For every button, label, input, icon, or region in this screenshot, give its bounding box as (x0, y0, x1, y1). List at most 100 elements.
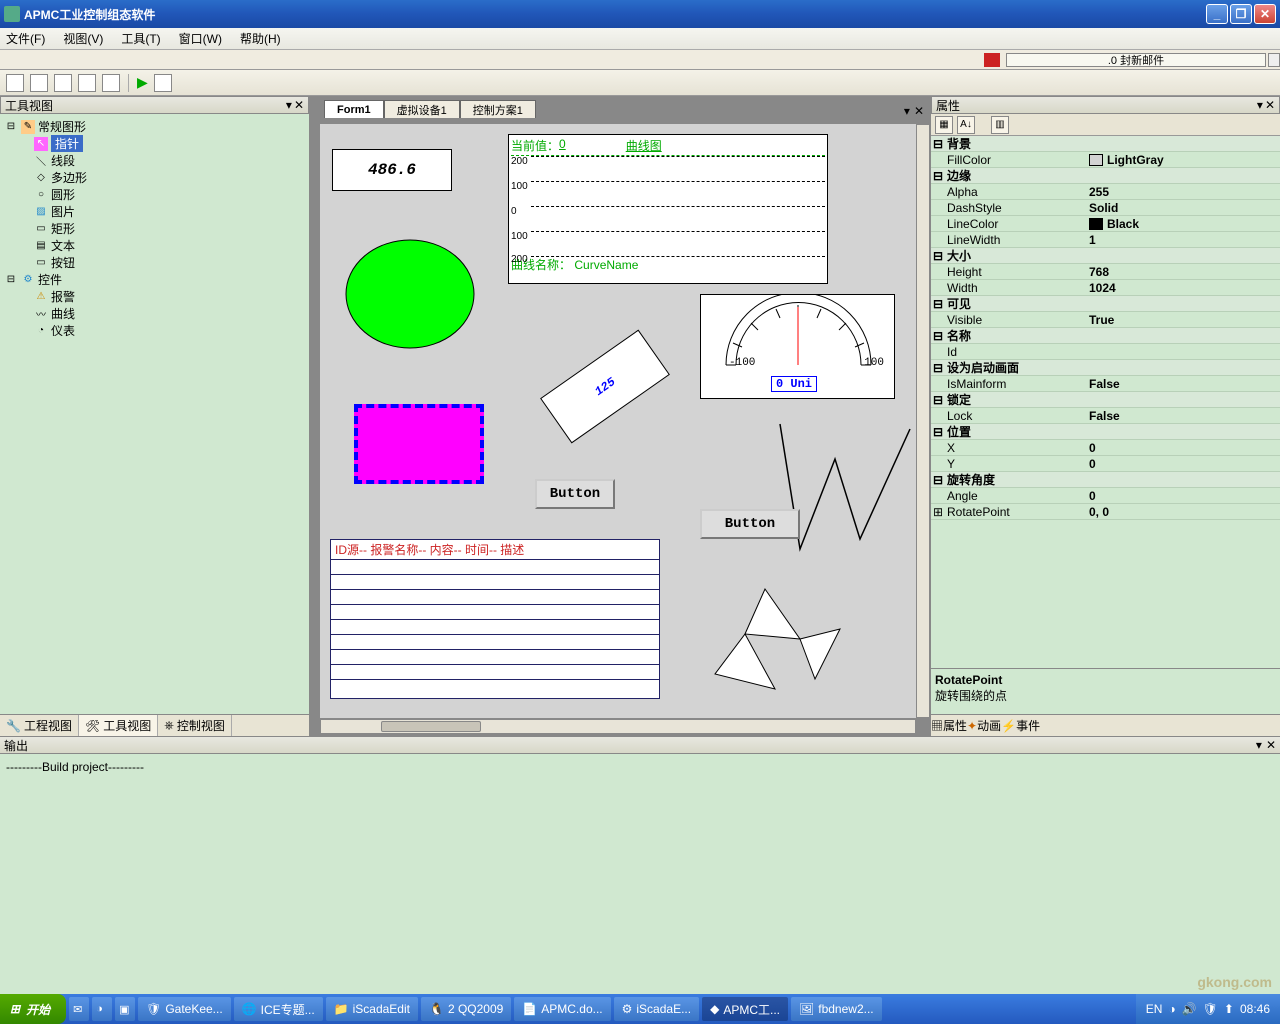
prop-row[interactable]: ⊞RotatePoint0, 0 (931, 504, 1280, 520)
prop-category[interactable]: ⊟旋转角度 (931, 472, 1280, 488)
prop-row[interactable]: FillColorLightGray (931, 152, 1280, 168)
prop-row[interactable]: X0 (931, 440, 1280, 456)
prop-row[interactable]: VisibleTrue (931, 312, 1280, 328)
canvas-scrollbar-v[interactable] (916, 124, 930, 718)
tb-run[interactable]: ▶ (137, 74, 148, 91)
tree-group-shapes[interactable]: 常规图形 (38, 118, 86, 135)
tree-circle[interactable]: 圆形 (51, 186, 75, 203)
property-grid[interactable]: ⊟背景FillColorLightGray⊟边缘Alpha255DashStyl… (931, 136, 1280, 668)
menu-file[interactable]: 文件(F) (6, 30, 45, 47)
quicklaunch-2[interactable]: ◑ (92, 997, 112, 1021)
prop-row[interactable]: DashStyleSolid (931, 200, 1280, 216)
tree-button[interactable]: 按钮 (51, 254, 75, 271)
prop-row[interactable]: LineColorBlack (931, 216, 1280, 232)
right-tab-anim[interactable]: ✦动画 (967, 717, 1001, 734)
taskbar-item[interactable]: ⚙iScadaE... (614, 997, 699, 1021)
quicklaunch-1[interactable]: ✉ (69, 997, 89, 1021)
tree-alarm[interactable]: 报警 (51, 288, 75, 305)
canvas-rectangle[interactable] (354, 404, 484, 484)
tab-scheme1[interactable]: 控制方案1 (460, 100, 536, 118)
tree-gauge[interactable]: 仪表 (51, 322, 75, 339)
canvas-scrollbar-h[interactable] (320, 719, 916, 734)
tree-curve[interactable]: 曲线 (51, 305, 75, 322)
taskbar-item[interactable]: 📄APMC.do... (514, 997, 610, 1021)
close-button[interactable]: ✕ (1254, 4, 1276, 24)
menu-window[interactable]: 窗口(W) (179, 30, 222, 47)
start-button[interactable]: ⊞开始 (0, 994, 66, 1024)
system-tray[interactable]: EN◑🔊🛡⬆ 08:46 (1136, 994, 1280, 1024)
output-close-icon[interactable]: ✕ (1266, 738, 1276, 752)
tree-image[interactable]: 图片 (51, 203, 75, 220)
prop-row[interactable]: Height768 (931, 264, 1280, 280)
canvas-ellipse[interactable] (340, 234, 480, 354)
prop-row[interactable]: Angle0 (931, 488, 1280, 504)
prop-row[interactable]: LineWidth1 (931, 232, 1280, 248)
taskbar-item[interactable]: 📁iScadaEdit (326, 997, 418, 1021)
prop-row[interactable]: LockFalse (931, 408, 1280, 424)
taskbar-item-active[interactable]: ◆APMC工... (702, 997, 788, 1021)
prop-pages-icon[interactable]: ▥ (991, 116, 1009, 134)
prop-row[interactable]: Width1024 (931, 280, 1280, 296)
menu-help[interactable]: 帮助(H) (240, 30, 281, 47)
minimize-button[interactable]: _ (1206, 4, 1228, 24)
tb-new[interactable] (6, 74, 24, 92)
tab-close-icon[interactable]: ✕ (914, 104, 924, 118)
taskbar-item[interactable]: 🛡GateKee... (138, 997, 231, 1021)
right-tab-props[interactable]: ▦属性 (931, 717, 967, 734)
canvas-polygon[interactable] (710, 584, 850, 704)
pin-icon[interactable]: ▾ (286, 98, 292, 112)
canvas-textbox[interactable]: 486.6 (332, 149, 452, 191)
left-tab-tools[interactable]: 🛠工具视图 (79, 715, 158, 736)
tb-save[interactable] (54, 74, 72, 92)
quicklaunch-3[interactable]: ▣ (115, 997, 135, 1021)
tree-rect[interactable]: 矩形 (51, 220, 75, 237)
maximize-button[interactable]: ❐ (1230, 4, 1252, 24)
canvas-alarm-table[interactable]: ID源-- 报警名称-- 内容-- 时间-- 描述 (330, 539, 660, 699)
tb-stop[interactable] (154, 74, 172, 92)
prop-category[interactable]: ⊟边缘 (931, 168, 1280, 184)
left-tab-project[interactable]: 🔧工程视图 (0, 715, 79, 736)
canvas-rotated-text[interactable]: 125 (540, 330, 670, 444)
tab-device1[interactable]: 虚拟设备1 (384, 100, 460, 118)
prop-row[interactable]: Alpha255 (931, 184, 1280, 200)
prop-row[interactable]: IsMainformFalse (931, 376, 1280, 392)
canvas-gauge[interactable]: -100 100 0 Uni (700, 294, 895, 399)
prop-category[interactable]: ⊟名称 (931, 328, 1280, 344)
prop-sort-icon[interactable]: A↓ (957, 116, 975, 134)
prop-category[interactable]: ⊟背景 (931, 136, 1280, 152)
taskbar-item[interactable]: 🖼fbdnew2... (791, 997, 882, 1021)
tree-group-controls[interactable]: 控件 (38, 271, 62, 288)
tb-saveall[interactable] (78, 74, 96, 92)
tab-dropdown-icon[interactable]: ▾ (904, 104, 910, 118)
tree-text[interactable]: 文本 (51, 237, 75, 254)
menu-view[interactable]: 视图(V) (63, 30, 103, 47)
left-tab-control[interactable]: ⎈控制视图 (158, 715, 232, 736)
tb-print[interactable] (102, 74, 120, 92)
tree-line[interactable]: 线段 (51, 152, 75, 169)
output-pin-icon[interactable]: ▾ (1256, 738, 1262, 752)
prop-category[interactable]: ⊟可见 (931, 296, 1280, 312)
tree-polygon[interactable]: 多边形 (51, 169, 87, 186)
taskbar-item[interactable]: 🐧2 QQ2009 (421, 997, 511, 1021)
ticker-scroll[interactable] (1268, 53, 1280, 67)
prop-category[interactable]: ⊟锁定 (931, 392, 1280, 408)
prop-row[interactable]: Id (931, 344, 1280, 360)
props-pin-icon[interactable]: ▾ (1257, 98, 1263, 112)
canvas-curve-panel[interactable]: 当前值： 0 曲线图 200 100 0 100 200 (508, 134, 828, 284)
prop-categorize-icon[interactable]: ▦ (935, 116, 953, 134)
prop-category[interactable]: ⊟设为启动画面 (931, 360, 1280, 376)
props-close-icon[interactable]: ✕ (1265, 98, 1275, 112)
prop-row[interactable]: Y0 (931, 456, 1280, 472)
tree-pointer[interactable]: 指针 (51, 135, 83, 152)
tb-open[interactable] (30, 74, 48, 92)
design-canvas[interactable]: 486.6 当前值： 0 曲线图 200 100 0 (320, 124, 916, 718)
prop-category[interactable]: ⊟大小 (931, 248, 1280, 264)
panel-close-icon[interactable]: ✕ (294, 98, 304, 112)
right-tab-events[interactable]: ⚡事件 (1001, 717, 1040, 734)
prop-category[interactable]: ⊟位置 (931, 424, 1280, 440)
taskbar-item[interactable]: 🌐ICE专题... (234, 997, 323, 1021)
canvas-button-1[interactable]: Button (535, 479, 615, 509)
menu-tools[interactable]: 工具(T) (121, 30, 160, 47)
canvas-button-2[interactable]: Button (700, 509, 800, 539)
tab-form1[interactable]: Form1 (324, 100, 384, 118)
